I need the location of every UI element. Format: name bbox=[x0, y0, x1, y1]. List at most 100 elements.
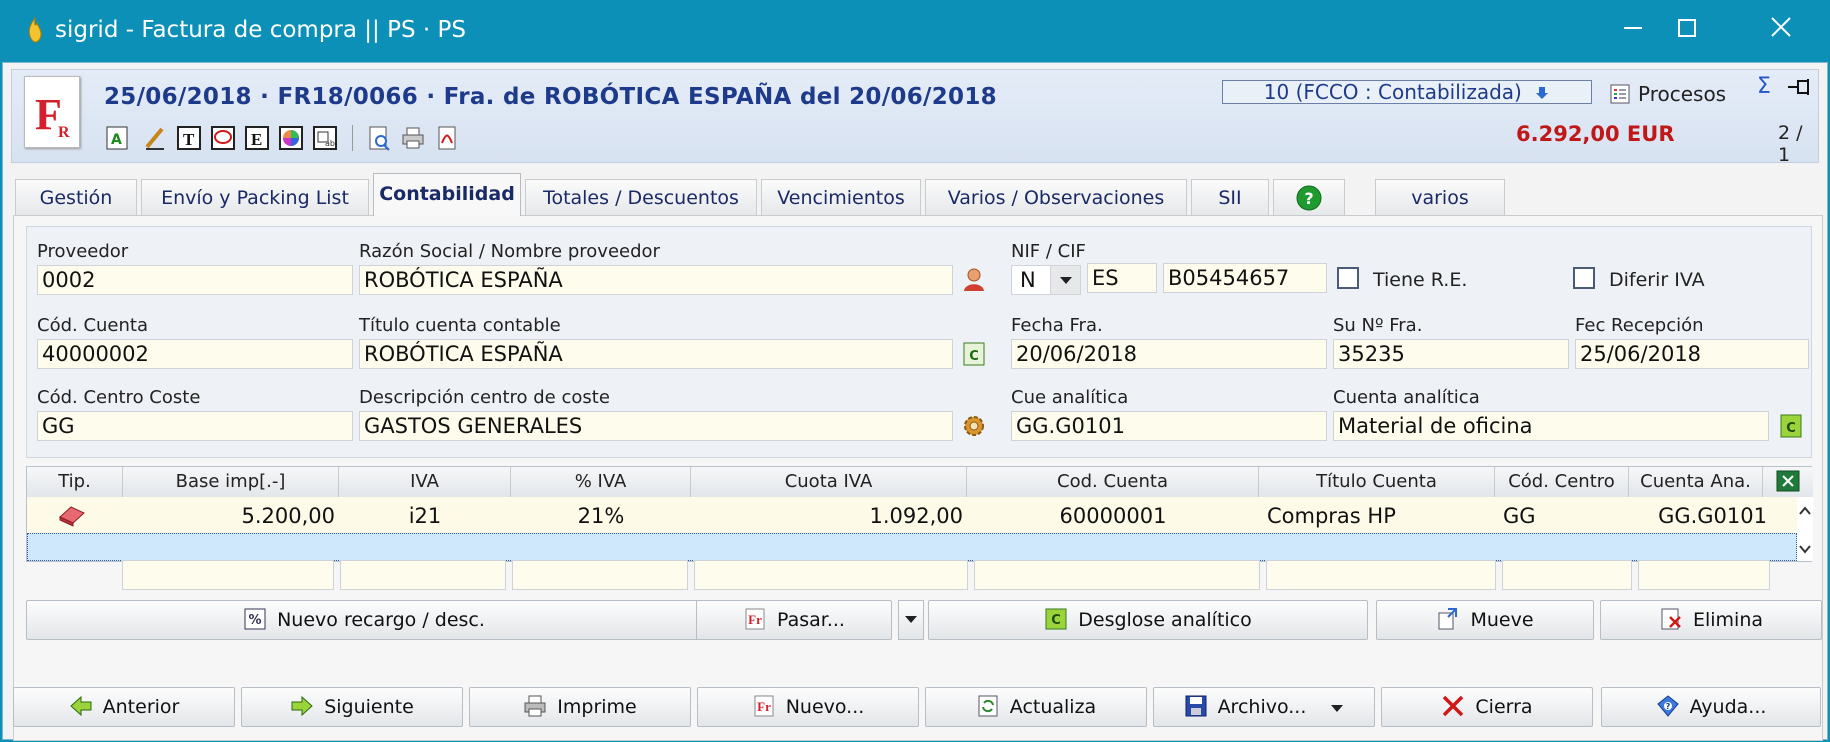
pasar-label: Pasar... bbox=[777, 609, 845, 631]
cell-titulo-cuenta: Compras HP bbox=[1267, 504, 1396, 528]
desc-centro-coste-field[interactable]: GASTOS GENERALES bbox=[359, 411, 953, 441]
person-icon[interactable] bbox=[962, 267, 986, 293]
column-header-tip[interactable]: Tip. bbox=[27, 467, 123, 497]
cue-analitica-field[interactable]: GG.G0101 bbox=[1011, 411, 1327, 441]
pencil-icon[interactable] bbox=[142, 125, 168, 151]
arrow-down-icon bbox=[1536, 87, 1549, 99]
fr-doc-icon: Fr bbox=[754, 695, 774, 717]
column-header-titulo-cuenta[interactable]: Título Cuenta bbox=[1259, 467, 1495, 497]
fec-recepcion-label: Fec Recepción bbox=[1575, 315, 1704, 336]
tab-envio[interactable]: Envío y Packing List bbox=[141, 179, 369, 215]
preview-icon[interactable] bbox=[366, 125, 392, 151]
ayuda-button[interactable]: ? Ayuda... bbox=[1601, 687, 1821, 727]
tab-varios[interactable]: varios bbox=[1375, 179, 1505, 215]
fecha-fra-field[interactable]: 20/06/2018 bbox=[1011, 339, 1327, 369]
column-header-cod-cuenta[interactable]: Cod. Cuenta bbox=[967, 467, 1259, 497]
cuenta-analitica-field[interactable]: Material de oficina bbox=[1333, 411, 1769, 441]
pasar-dropdown-button[interactable] bbox=[898, 600, 924, 640]
chevron-down-icon[interactable] bbox=[1797, 539, 1813, 559]
close-x-icon bbox=[1443, 695, 1464, 717]
table-row[interactable]: 5.200,00 i21 21% 1.092,00 60000001 Compr… bbox=[27, 497, 1797, 533]
desglose-analitico-button[interactable]: C Desglose analítico bbox=[928, 600, 1368, 640]
delete-doc-icon bbox=[1661, 608, 1681, 630]
fr-logo-icon: F R bbox=[35, 90, 70, 141]
column-header-cod-centro[interactable]: Cód. Centro bbox=[1495, 467, 1629, 497]
pin-icon[interactable] bbox=[1786, 76, 1814, 98]
titulo-cuenta-field[interactable]: ROBÓTICA ESPAÑA bbox=[359, 339, 953, 369]
excel-export-button[interactable] bbox=[1763, 467, 1813, 497]
text-t-icon[interactable]: T bbox=[176, 125, 202, 151]
cell-iva: i21 bbox=[408, 504, 442, 528]
proveedor-field[interactable]: 0002 bbox=[37, 265, 353, 295]
print-icon[interactable] bbox=[400, 125, 426, 151]
diferir-iva-checkbox[interactable] bbox=[1573, 267, 1595, 289]
pdf-icon[interactable] bbox=[434, 125, 460, 151]
record-pager: 2 / 1 bbox=[1778, 122, 1803, 166]
cuenta-analitica-label: Cuenta analítica bbox=[1333, 387, 1480, 408]
tab-gestion[interactable]: Gestión bbox=[15, 179, 137, 215]
text-e-icon[interactable]: E bbox=[244, 125, 270, 151]
siguiente-button[interactable]: Siguiente bbox=[241, 687, 463, 727]
column-header-cuenta-ana[interactable]: Cuenta Ana. bbox=[1629, 467, 1763, 497]
analytic-c-icon[interactable]: C bbox=[1779, 413, 1803, 439]
cod-cuenta-label: Cód. Cuenta bbox=[37, 315, 148, 336]
nuevo-button[interactable]: Fr Nuevo... bbox=[697, 687, 919, 727]
razon-social-field[interactable]: ROBÓTICA ESPAÑA bbox=[359, 265, 953, 295]
flame-icon bbox=[28, 16, 42, 43]
app-window: sigrid - Factura de compra || PS · PS F … bbox=[0, 0, 1830, 742]
discount-icon: % bbox=[244, 608, 266, 630]
column-header-iva[interactable]: IVA bbox=[339, 467, 511, 497]
document-title: 25/06/2018 · FR18/0066 · Fra. de ROBÓTIC… bbox=[104, 84, 997, 110]
speech-bubble-icon[interactable] bbox=[210, 125, 236, 151]
imprime-button[interactable]: Imprime bbox=[469, 687, 691, 727]
cierra-button[interactable]: Cierra bbox=[1381, 687, 1593, 727]
chevron-up-icon[interactable] bbox=[1797, 501, 1813, 521]
nif-country-field[interactable]: ES bbox=[1087, 263, 1157, 293]
tab-totales[interactable]: Totales / Descuentos bbox=[525, 179, 757, 215]
tab-help[interactable]: ? bbox=[1273, 179, 1345, 215]
tab-strip: Gestión Envío y Packing List Contabilida… bbox=[13, 173, 1823, 216]
svg-text:T: T bbox=[183, 130, 195, 149]
anterior-label: Anterior bbox=[102, 696, 180, 718]
fec-recepcion-field[interactable]: 25/06/2018 bbox=[1575, 339, 1809, 369]
mueve-button[interactable]: Mueve bbox=[1376, 600, 1594, 640]
tab-vencimientos[interactable]: Vencimientos bbox=[761, 179, 921, 215]
tab-sii[interactable]: SII bbox=[1191, 179, 1269, 215]
total-pct-field bbox=[512, 560, 688, 590]
sigma-icon[interactable]: Σ bbox=[1757, 74, 1771, 99]
maximize-button[interactable] bbox=[1664, 10, 1710, 50]
cod-centro-coste-label: Cód. Centro Coste bbox=[37, 387, 201, 408]
actualiza-button[interactable]: Actualiza bbox=[925, 687, 1147, 727]
column-header-base[interactable]: Base imp[.-] bbox=[123, 467, 339, 497]
elimina-button[interactable]: Elimina bbox=[1600, 600, 1822, 640]
minimize-button[interactable] bbox=[1610, 10, 1656, 50]
procesos-button[interactable]: Procesos bbox=[1610, 82, 1726, 106]
account-c-icon[interactable]: C bbox=[962, 341, 986, 367]
grid-scrollbar[interactable] bbox=[1797, 497, 1813, 561]
archivo-button[interactable]: Archivo... bbox=[1153, 687, 1375, 727]
tab-contabilidad[interactable]: Contabilidad bbox=[373, 173, 521, 216]
new-row[interactable] bbox=[27, 533, 1797, 561]
svg-text:A: A bbox=[111, 132, 122, 148]
pasar-button[interactable]: Fr Pasar... bbox=[696, 600, 892, 640]
tab-varios-observaciones[interactable]: Varios / Observaciones bbox=[925, 179, 1187, 215]
nif-type-select[interactable]: N bbox=[1011, 265, 1081, 295]
cod-cuenta-field[interactable]: 40000002 bbox=[37, 339, 353, 369]
column-header-cuota-iva[interactable]: Cuota IVA bbox=[691, 467, 967, 497]
status-dropdown[interactable]: 10 (FCCO : Contabilizada) bbox=[1222, 80, 1592, 104]
anterior-button[interactable]: Anterior bbox=[13, 687, 235, 727]
status-text: 10 (FCCO : Contabilizada) bbox=[1263, 80, 1522, 104]
color-wheel-icon[interactable] bbox=[278, 125, 304, 151]
close-button[interactable] bbox=[1758, 10, 1804, 50]
nif-field[interactable]: B05454657 bbox=[1163, 263, 1327, 293]
su-num-fra-field[interactable]: 35235 bbox=[1333, 339, 1569, 369]
tiene-re-checkbox[interactable] bbox=[1337, 267, 1359, 289]
total-ana-field bbox=[1638, 560, 1770, 590]
excel-icon bbox=[1776, 470, 1800, 492]
gear-icon[interactable] bbox=[962, 413, 986, 439]
template-icon[interactable]: ab bbox=[312, 125, 338, 151]
text-a-icon[interactable]: A bbox=[104, 125, 130, 151]
column-header-pct-iva[interactable]: % IVA bbox=[511, 467, 691, 497]
nuevo-recargo-button[interactable]: % Nuevo recargo / desc. bbox=[26, 600, 702, 640]
cod-centro-coste-field[interactable]: GG bbox=[37, 411, 353, 441]
